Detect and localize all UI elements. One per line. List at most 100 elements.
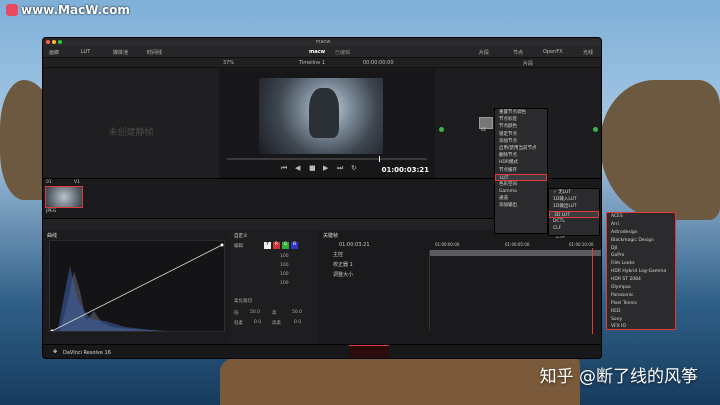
lut-red[interactable]: RED bbox=[607, 308, 675, 316]
media-pool-tab[interactable]: 媒体池 bbox=[113, 49, 128, 56]
lightbox-button[interactable]: 光线 bbox=[583, 49, 593, 56]
scrubber[interactable] bbox=[227, 158, 427, 160]
high-value[interactable]: 50.0 bbox=[292, 310, 302, 315]
lut-blackmagic-design[interactable]: Blackmagic Design bbox=[607, 237, 675, 245]
submenu-no-lut[interactable]: ✓ 无LUT bbox=[549, 189, 599, 196]
video-subject bbox=[309, 88, 339, 138]
menu-node-cache[interactable]: 节点缓存 bbox=[495, 167, 547, 174]
menu-toggle-node[interactable]: 启用/禁用当前节点 bbox=[495, 145, 547, 152]
submenu-clf[interactable]: CLF bbox=[549, 225, 599, 232]
channel-g-button[interactable]: G bbox=[282, 242, 289, 249]
lut-hdr-hlg[interactable]: HDR Hybrid Log-Gamma bbox=[607, 268, 675, 276]
project-status: 已编辑 bbox=[335, 50, 351, 56]
clip-track: V1 bbox=[74, 180, 80, 185]
submenu-1d-input-lut[interactable]: 1D输入LUT bbox=[549, 196, 599, 203]
nodes-button[interactable]: 节点 bbox=[513, 49, 523, 56]
menu-reset-grade[interactable]: 重置节点调色 bbox=[495, 109, 547, 116]
submenu-dctl[interactable]: DCTL bbox=[549, 218, 599, 225]
intensity-b-value[interactable]: 100 bbox=[280, 281, 289, 286]
color-page-tab[interactable] bbox=[349, 345, 389, 358]
menu-color-space[interactable]: 色彩空间 bbox=[495, 181, 547, 188]
lut-tab[interactable]: LUT bbox=[81, 49, 90, 55]
menu-node-label[interactable]: 节点标签 bbox=[495, 116, 547, 123]
openfx-button[interactable]: OpenFX bbox=[543, 49, 563, 55]
viewer-toolbar: 37% Timeline 1 00:00:00:00 片段 bbox=[43, 58, 601, 68]
high-soft-label: 高柔 bbox=[272, 321, 281, 326]
playback-timecode: 01:00:03:21 bbox=[381, 166, 429, 174]
keyframe-playhead[interactable] bbox=[592, 248, 593, 334]
low-soft-value[interactable]: 0.0 bbox=[254, 320, 261, 325]
lut-arri[interactable]: Arri bbox=[607, 221, 675, 229]
keyframe-track[interactable] bbox=[429, 250, 601, 330]
curve-point-end[interactable] bbox=[220, 243, 224, 247]
menu-channels[interactable]: 通道 bbox=[495, 195, 547, 202]
intensity-r-value[interactable]: 100 bbox=[280, 263, 289, 268]
row-sizing[interactable]: 调整大小 bbox=[333, 271, 353, 278]
lut-gopro[interactable]: GoPro bbox=[607, 252, 675, 260]
top-toolbar: 画廊 LUT 媒体池 时间线 macw 已编辑 片段 节点 OpenFX 光线 bbox=[43, 46, 601, 58]
high-label: 高 bbox=[272, 311, 277, 316]
timeline-select[interactable]: Timeline 1 bbox=[299, 60, 325, 66]
lut-astrodesign[interactable]: Astrodesign bbox=[607, 229, 675, 237]
channel-y-button[interactable]: Y bbox=[264, 242, 271, 249]
node-number: 01 bbox=[481, 127, 487, 132]
go-to-start-icon[interactable]: ⏮ bbox=[281, 164, 287, 173]
clips-button[interactable]: 片段 bbox=[479, 49, 489, 56]
loop-icon[interactable]: ↻ bbox=[351, 164, 357, 172]
go-to-end-icon[interactable]: ⏭ bbox=[337, 164, 343, 173]
lut-vendor-list: ACES Arri Astrodesign Blackmagic Design … bbox=[606, 212, 676, 330]
submenu-3d-lut[interactable]: 3D LUT bbox=[549, 210, 599, 218]
output-node-icon bbox=[593, 127, 598, 132]
intensity-y-value[interactable]: 100 bbox=[280, 254, 289, 259]
menu-lut[interactable]: LUT bbox=[495, 173, 547, 181]
clip-thumbnail[interactable] bbox=[45, 186, 83, 208]
soft-clip-label: 柔化裁切 bbox=[234, 299, 252, 304]
lut-pixel-tennis[interactable]: Pixel Tennis bbox=[607, 300, 675, 308]
lut-dji[interactable]: DJI bbox=[607, 245, 675, 253]
lut-film-looks[interactable]: Film Looks bbox=[607, 260, 675, 268]
low-soft-label: 低柔 bbox=[234, 321, 243, 326]
play-icon[interactable]: ▶ bbox=[323, 164, 328, 172]
background-island-right bbox=[600, 80, 720, 220]
close-window-button[interactable] bbox=[46, 40, 50, 44]
curves-panel: 曲线 bbox=[43, 230, 229, 344]
minimize-window-button[interactable] bbox=[52, 40, 56, 44]
lut-sony[interactable]: Sony bbox=[607, 316, 675, 324]
playhead-icon[interactable] bbox=[379, 156, 380, 162]
keyframes-timecode: 01:00:03:21 bbox=[339, 242, 370, 248]
menu-hdr-mode[interactable]: HDR模式 bbox=[495, 159, 547, 166]
menu-delete-node[interactable]: 删除节点 bbox=[495, 152, 547, 159]
row-master[interactable]: 主控 bbox=[333, 251, 343, 258]
menu-add-node[interactable]: 添加节点 bbox=[495, 138, 547, 145]
menu-node-color[interactable]: 节点颜色 bbox=[495, 123, 547, 130]
zoom-window-button[interactable] bbox=[58, 40, 62, 44]
menu-lock-node[interactable]: 锁定节点 bbox=[495, 131, 547, 138]
lut-vfx-io[interactable]: VFX IO bbox=[607, 323, 675, 331]
clip-mode-select[interactable]: 片段 bbox=[523, 60, 533, 67]
curve-editor[interactable] bbox=[49, 240, 225, 332]
timeline-tab[interactable]: 时间线 bbox=[147, 49, 162, 56]
lut-panasonic[interactable]: Panasonic bbox=[607, 292, 675, 300]
menu-gamma[interactable]: Gamma bbox=[495, 188, 547, 195]
row-corrector-1[interactable]: 校正器 1 bbox=[333, 261, 353, 268]
window-title: macw bbox=[315, 39, 331, 45]
stop-icon[interactable]: ■ bbox=[309, 164, 316, 172]
menu-add-output[interactable]: 添加输出 bbox=[495, 202, 547, 209]
lut-olympus[interactable]: Olympus bbox=[607, 284, 675, 292]
viewer-timecode: 00:00:00:00 bbox=[363, 60, 394, 66]
edit-label: 编辑 bbox=[234, 244, 243, 249]
lut-hdr-st2084[interactable]: HDR ST 2084 bbox=[607, 276, 675, 284]
high-soft-value[interactable]: 0.0 bbox=[294, 320, 301, 325]
lut-aces[interactable]: ACES bbox=[607, 213, 675, 221]
clip-number: 01 bbox=[46, 180, 52, 185]
curve-point-start[interactable] bbox=[50, 329, 54, 333]
low-value[interactable]: 50.0 bbox=[250, 310, 260, 315]
intensity-g-value[interactable]: 100 bbox=[280, 272, 289, 277]
zoom-select[interactable]: 37% bbox=[223, 60, 234, 66]
channel-b-button[interactable]: B bbox=[291, 242, 298, 249]
channel-r-button[interactable]: R bbox=[273, 242, 280, 249]
step-back-icon[interactable]: ◀ bbox=[295, 164, 300, 172]
gallery-tab[interactable]: 画廊 bbox=[49, 49, 59, 56]
video-frame bbox=[259, 78, 383, 154]
submenu-1d-output-lut[interactable]: 1D输出LUT bbox=[549, 203, 599, 210]
